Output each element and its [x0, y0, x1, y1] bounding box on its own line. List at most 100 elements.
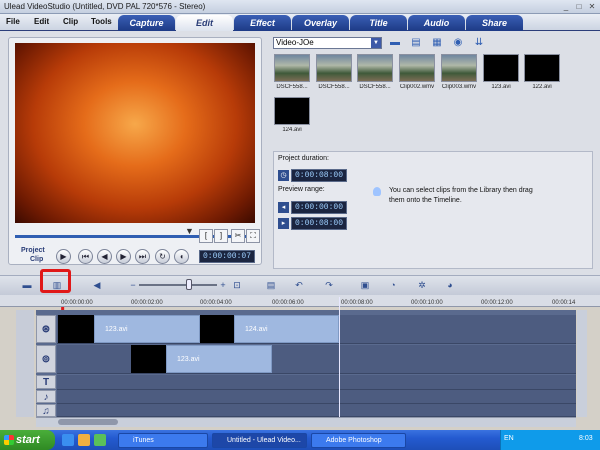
ruler-tick-1: 00:00:00:00 — [61, 300, 93, 306]
next-frame-icon[interactable]: ▶ — [116, 249, 131, 264]
minimize-button[interactable]: _ — [561, 2, 571, 12]
video-clip-black-1[interactable] — [58, 315, 94, 343]
volume-icon[interactable]: ◖ — [174, 249, 189, 264]
library-thumb-6[interactable] — [483, 54, 519, 82]
smart-render-icon[interactable]: ▣ — [356, 278, 374, 292]
close-button[interactable]: ✕ — [587, 2, 597, 12]
menu-tools[interactable]: Tools — [91, 17, 112, 26]
library-thumb-7[interactable] — [524, 54, 560, 82]
import-icon[interactable]: ▤ — [409, 36, 423, 50]
video-clip-123[interactable]: 123.avi — [94, 315, 200, 343]
tab-overlay[interactable]: Overlay — [292, 15, 349, 31]
preview-range-label: Preview range: — [278, 186, 325, 193]
library-thumb-1[interactable] — [274, 54, 310, 82]
tab-effect[interactable]: Effect — [234, 15, 291, 31]
tab-share[interactable]: Share — [466, 15, 523, 31]
task-itunes[interactable]: iTunes — [118, 433, 208, 448]
maximize-button[interactable]: □ — [574, 2, 584, 12]
menu-file[interactable]: File — [6, 17, 20, 26]
home-icon[interactable]: ⏮ — [78, 249, 93, 264]
library-manager-icon[interactable]: ▦ — [430, 36, 444, 50]
windows-logo-icon — [4, 435, 14, 445]
library-thumb-label-3: DSCF558... — [359, 84, 391, 90]
menu-edit[interactable]: Edit — [34, 17, 49, 26]
repeat-icon[interactable]: ↻ — [155, 249, 170, 264]
insert-media-icon[interactable]: ▤ — [262, 278, 280, 292]
mark-out-button[interactable]: ] — [214, 229, 228, 243]
video-clip-124[interactable]: 124.avi — [234, 315, 339, 343]
video-clip-black-2[interactable] — [200, 315, 234, 343]
end-icon[interactable]: ⏭ — [135, 249, 150, 264]
overlay-clip-black[interactable] — [131, 345, 166, 373]
overlay-track-icon[interactable]: ⊚ — [36, 345, 56, 373]
zoom-slider[interactable] — [186, 279, 192, 290]
library-thumb-label-5: Clip003.wmv — [441, 84, 477, 90]
project-mode-label[interactable]: Project — [21, 247, 45, 254]
library-thumb-label-4: Clip002.wmv — [399, 84, 435, 90]
library-thumb-label-1: DSCF558... — [276, 84, 308, 90]
cut-clip-icon[interactable]: ✂ — [231, 229, 245, 243]
timeline-options-icon[interactable]: ◔ — [384, 278, 402, 292]
media-quick-icon[interactable] — [94, 434, 106, 446]
library-thumb-4[interactable] — [399, 54, 435, 82]
preview-end-value: 0:00:08:00 — [291, 217, 348, 230]
library-thumb-label-8: 124.avi — [282, 127, 302, 133]
ruler-tick-7: 00:00:12:00 — [481, 300, 513, 306]
audio-view-icon[interactable]: ◀ — [88, 278, 106, 292]
scrubber-handle[interactable]: ▼ — [185, 226, 194, 236]
play-icon[interactable]: ▶ — [56, 249, 71, 264]
mark-out-icon: ▸ — [278, 218, 289, 229]
chapter-icon[interactable]: ◕ — [441, 278, 459, 292]
enlarge-icon[interactable]: ⛶ — [246, 229, 260, 243]
tab-edit[interactable]: Edit — [176, 15, 233, 31]
previous-frame-icon[interactable]: ◀ — [97, 249, 112, 264]
step-tabs: Capture Edit Effect Overlay Title Audio … — [118, 15, 524, 31]
window-title: Ulead VideoStudio (Untitled, DVD PAL 720… — [4, 2, 206, 11]
music-track-icon[interactable]: ♫ — [36, 404, 56, 417]
timecode-display[interactable]: 0:00:00:07 — [199, 250, 256, 263]
track-manager-icon[interactable]: ✲ — [413, 278, 431, 292]
language-indicator[interactable]: EN — [504, 435, 514, 442]
storyboard-view-icon[interactable]: ▬ — [18, 278, 36, 292]
horizontal-scroll-thumb[interactable] — [58, 419, 118, 425]
folder-icon[interactable]: ▬ — [388, 36, 402, 50]
clock[interactable]: 8:03 — [579, 435, 593, 442]
title-track-icon[interactable]: T — [36, 375, 56, 389]
library-thumb-3[interactable] — [357, 54, 393, 82]
menu-clip[interactable]: Clip — [63, 17, 78, 26]
ruler-tick-8: 00:00:14 — [552, 300, 576, 306]
redo-icon[interactable]: ↷ — [320, 278, 338, 292]
clip-mode-label[interactable]: Clip — [30, 256, 43, 263]
library-thumb-8[interactable] — [274, 97, 310, 125]
playhead[interactable] — [339, 297, 340, 417]
library-folder-dropdown[interactable]: Video-JOe ▼ — [273, 37, 382, 49]
tab-capture[interactable]: Capture — [118, 15, 175, 31]
task-photoshop[interactable]: Adobe Photoshop — [311, 433, 406, 448]
menu-bar: File Edit Clip Tools Capture Edit Effect… — [0, 14, 600, 31]
preview-start-value: 0:00:00:00 — [291, 201, 348, 214]
vertical-scrollbar[interactable] — [577, 310, 587, 417]
ie-icon[interactable] — [62, 434, 74, 446]
ruler-tick-2: 00:00:02:00 — [131, 300, 163, 306]
library-thumb-2[interactable] — [316, 54, 352, 82]
preview-window — [15, 43, 255, 223]
undo-icon[interactable]: ↶ — [290, 278, 308, 292]
mark-in-icon: ◂ — [278, 202, 289, 213]
fit-project-icon[interactable]: ⊡ — [228, 278, 246, 292]
expand-icon[interactable]: ⇊ — [472, 36, 486, 50]
options-icon[interactable]: ◉ — [451, 36, 465, 50]
library-thumb-label-7: 122.avi — [532, 84, 552, 90]
tab-audio[interactable]: Audio — [408, 15, 465, 31]
library-thumb-5[interactable] — [441, 54, 477, 82]
tab-title[interactable]: Title — [350, 15, 407, 31]
mark-in-button[interactable]: [ — [199, 229, 213, 243]
title-track — [57, 375, 576, 390]
project-duration-value: 0:00:08:00 — [291, 169, 348, 182]
overlay-clip-123[interactable]: 123.avi — [166, 345, 272, 373]
bulb-icon — [373, 187, 381, 196]
chevron-down-icon: ▼ — [371, 38, 381, 48]
task-ulead[interactable]: Untitled - Ulead Video... — [212, 433, 307, 448]
folder-quick-icon[interactable] — [78, 434, 90, 446]
video-track-icon[interactable]: ⊛ — [36, 315, 56, 343]
voice-track-icon[interactable]: ♪ — [36, 390, 56, 403]
